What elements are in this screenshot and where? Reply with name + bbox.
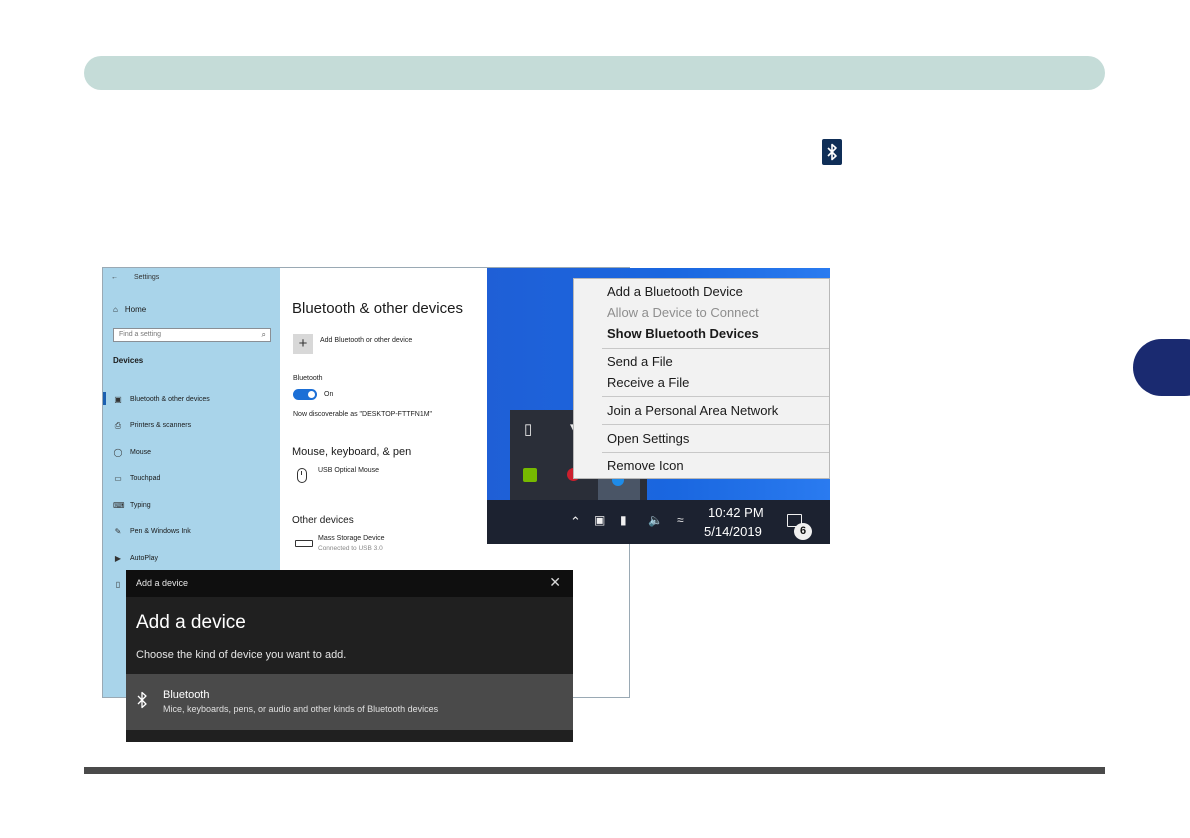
settings-titlebar: ← Settings [111,274,159,281]
bluetooth-option-description: Mice, keyboards, pens, or audio and othe… [163,704,439,714]
footer-rule [84,767,1105,774]
bluetooth-option-title: Bluetooth [163,689,210,701]
menu-item-join-pan[interactable]: Join a Personal Area Network [607,403,778,418]
chapter-tab [1133,339,1190,396]
mouse-icon: ◯ [113,447,123,457]
sidebar-item-label: Bluetooth & other devices [130,395,210,403]
sidebar-item-label: Touchpad [130,475,161,483]
toggle-state: On [324,391,334,398]
bluetooth-toggle[interactable] [293,389,317,400]
keyboard-icon: ⌨ [113,500,125,510]
add-device-button[interactable]: + [293,334,313,354]
header-bar [84,56,1105,90]
settings-title: Settings [133,274,160,281]
printer-icon: ⎙ [114,420,122,430]
bluetooth-devices-icon: ▣ [114,394,122,404]
volume-icon[interactable]: 🔈 [648,513,663,527]
devices-section-title: Devices [113,356,144,365]
dialog-heading: Add a device [136,612,246,633]
notification-count: 6 [794,523,812,540]
dialog-subtitle: Choose the kind of device you want to ad… [136,649,347,661]
menu-item-add-bluetooth-device[interactable]: Add a Bluetooth Device [607,284,743,299]
bluetooth-icon [137,691,147,709]
sidebar-item-typing[interactable]: ⌨ Typing [103,492,280,519]
storage-device-icon [295,540,313,547]
mouse-keyboard-pen-heading: Mouse, keyboard, & pen [292,446,412,458]
chevron-up-icon[interactable]: ⌃ [570,514,581,530]
mouse-device-name[interactable]: USB Optical Mouse [318,467,379,474]
bluetooth-tray-icon [822,139,842,165]
desktop-screenshot: ▯ ▼ ⌃ ▣ ▮ 🔈 ≈ 10:42 PM 5/14/2019 6 Add a… [487,268,830,544]
search-input[interactable]: Find a setting ⌕ [113,328,271,342]
clock-time[interactable]: 10:42 PM [708,505,764,520]
add-device-label[interactable]: Add Bluetooth or other device [320,337,412,344]
page-title: Bluetooth & other devices [292,300,463,317]
nvidia-icon[interactable] [523,468,537,482]
menu-item-receive-file[interactable]: Receive a File [607,375,689,390]
autoplay-icon: ▶ [114,553,122,563]
bluetooth-context-menu: Add a Bluetooth Device Allow a Device to… [573,278,830,479]
sidebar-item-label: Typing [130,501,151,509]
wifi-icon[interactable]: ≈ [677,513,684,527]
close-icon[interactable]: ✕ [549,574,561,591]
battery-icon[interactable]: ▮ [620,513,627,527]
sidebar-item-touchpad[interactable]: ▭ Touchpad [103,466,280,493]
dialog-title: Add a device [136,578,189,588]
sidebar-item-label: AutoPlay [130,554,159,562]
sidebar-item-label: Printers & scanners [130,422,192,430]
storage-device-status: Connected to USB 3.0 [318,545,383,552]
menu-separator [602,348,829,349]
search-icon[interactable]: ⌕ [262,330,266,340]
add-device-dialog: Add a device ✕ Add a device Choose the k… [126,570,573,742]
storage-device-name[interactable]: Mass Storage Device [318,535,385,542]
mouse-device-icon [297,468,307,483]
usb-drive-icon[interactable]: ▯ [524,420,532,438]
menu-separator [602,424,829,425]
discoverable-text: Now discoverable as "DESKTOP-FTTFN1M" [293,411,433,418]
sidebar-item-pen[interactable]: ✎ Pen & Windows Ink [103,519,280,546]
touchpad-icon: ▭ [114,474,122,484]
nav-home[interactable]: ⌂ Home [113,305,146,314]
menu-item-show-bluetooth-devices[interactable]: Show Bluetooth Devices [607,326,759,341]
sidebar-item-label: Mouse [130,448,152,456]
menu-item-send-file[interactable]: Send a File [607,354,673,369]
devices-nav: ▣ Bluetooth & other devices ⎙ Printers &… [103,386,280,598]
taskbar: ⌃ ▣ ▮ 🔈 ≈ 10:42 PM 5/14/2019 6 [487,500,830,544]
menu-item-remove-icon[interactable]: Remove Icon [607,458,684,473]
menu-separator [602,396,829,397]
menu-separator [602,452,829,453]
sidebar-item-bluetooth[interactable]: ▣ Bluetooth & other devices [103,386,280,413]
menu-item-allow-device-to-connect[interactable]: Allow a Device to Connect [607,305,759,320]
usb-icon: ▯ [115,580,121,590]
sidebar-item-printers[interactable]: ⎙ Printers & scanners [103,413,280,440]
menu-item-open-settings[interactable]: Open Settings [607,431,689,446]
pen-icon: ✎ [114,527,122,537]
dialog-titlebar: Add a device ✕ [126,570,573,597]
search-placeholder: Find a setting [119,331,162,338]
nav-home-label: Home [124,305,147,314]
other-devices-heading: Other devices [292,515,354,526]
bluetooth-option[interactable]: Bluetooth Mice, keyboards, pens, or audi… [126,674,573,730]
network-tray-icon[interactable]: ▣ [594,513,605,527]
sidebar-item-label: Pen & Windows Ink [130,528,191,536]
home-icon: ⌂ [113,305,118,314]
clock-date[interactable]: 5/14/2019 [704,524,762,539]
sidebar-item-autoplay[interactable]: ▶ AutoPlay [103,545,280,572]
bluetooth-label: Bluetooth [293,375,323,382]
sidebar-item-mouse[interactable]: ◯ Mouse [103,439,280,466]
plus-icon: + [298,335,308,352]
back-arrow-icon[interactable]: ← [111,274,118,281]
